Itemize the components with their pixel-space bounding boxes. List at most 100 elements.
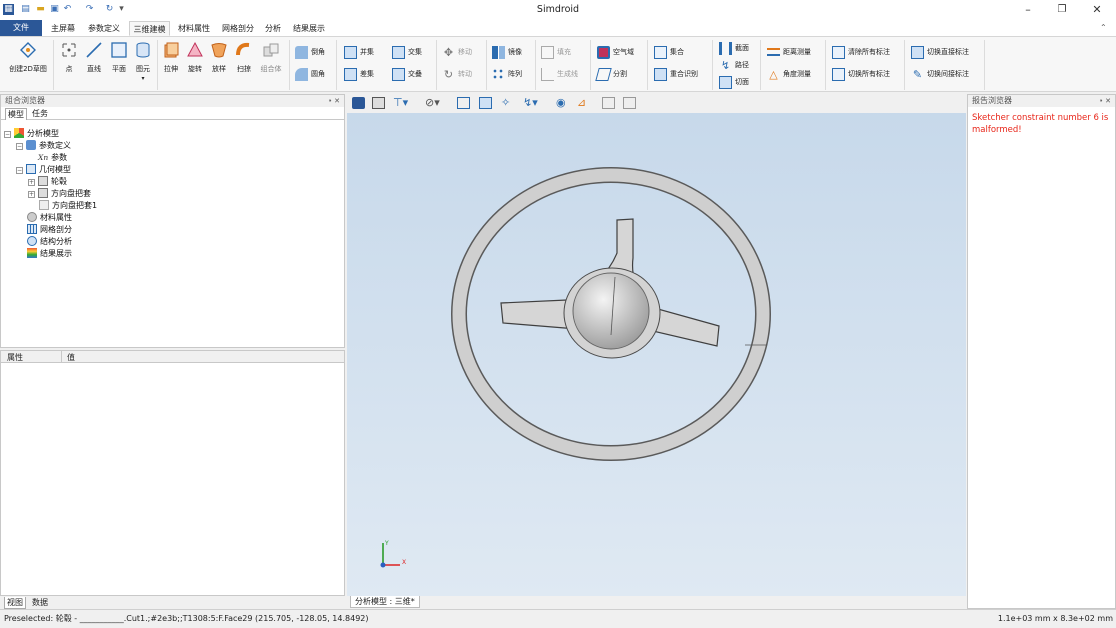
primitive-button[interactable]: 图元 ▾ [133, 41, 153, 82]
pencil-icon: ✎ [912, 67, 923, 81]
fill-button[interactable]: 填充 [541, 44, 571, 60]
chamfer-button[interactable]: 倒角 [295, 44, 325, 60]
ribbon-toolbar: 创建2D草图 点 直线 平面 图元 ▾ 拉伸 旋转 放样 扫掠 组合体 倒角 圆角… [0, 36, 1116, 92]
union-icon [344, 45, 357, 59]
cut-plane-button[interactable]: 切面 [719, 74, 749, 90]
tree-item-param[interactable]: Xn 参数 [38, 152, 67, 164]
select-cursor-icon[interactable]: ⊤▾ [393, 96, 408, 109]
import-icon[interactable] [623, 97, 636, 109]
tab-data[interactable]: 数据 [30, 597, 50, 608]
tree-item-param-def[interactable]: − 参数定义 [16, 140, 71, 152]
status-bar: Preselected: 轮毂 - ___________.Cut1.;#2e3… [0, 609, 1116, 628]
expand-icon[interactable]: + [28, 191, 35, 198]
tree-item-wheel-grip-1[interactable]: 方向盘把套1 [39, 200, 97, 212]
angle-measure-button[interactable]: △ 角度测量 [767, 66, 811, 82]
tab-3d-modeling[interactable]: 三维建模 [129, 21, 170, 36]
tab-analysis[interactable]: 分析 [262, 21, 284, 36]
properties-panel: 属性 值 [0, 350, 345, 596]
isometric-icon[interactable]: ✧ [501, 96, 510, 109]
value-col-header: 值 [67, 353, 75, 362]
camera-icon[interactable] [352, 97, 365, 109]
tree-item-wheel-grip[interactable]: + 方向盘把套 [28, 188, 91, 200]
toggle-all-annotations-button[interactable]: 切换所有标注 [832, 66, 890, 82]
point-icon [62, 43, 76, 57]
tree-item-geometry[interactable]: − 几何模型 [16, 164, 71, 176]
intersect-button[interactable]: 交集 [392, 44, 422, 60]
difference-button[interactable]: 差集 [344, 66, 374, 82]
set-button[interactable]: 集合 [654, 44, 684, 60]
draw-style-icon[interactable]: ⊘▾ [425, 96, 440, 109]
tree-item-structural[interactable]: 结构分析 [27, 236, 72, 248]
tab-mesh[interactable]: 网格剖分 [218, 21, 258, 36]
fit-all-icon[interactable] [479, 97, 492, 109]
collapse-icon[interactable]: − [4, 131, 11, 138]
loft-button[interactable]: 放样 [209, 41, 229, 74]
panel-pin-close-icon[interactable]: ⁍ ✕ [1099, 95, 1111, 107]
visibility-icon[interactable]: ◉ [556, 96, 566, 109]
revolve-icon [187, 41, 203, 57]
overlap-button[interactable]: 交叠 [392, 66, 422, 82]
print-icon[interactable] [372, 97, 385, 109]
panel-pin-close-icon[interactable]: ⁍ ✕ [328, 95, 340, 107]
plane-button[interactable]: 平面 [109, 41, 129, 74]
mirror-button[interactable]: 镜像 [492, 44, 522, 60]
line-button[interactable]: 直线 [84, 41, 104, 74]
dimension-status: 1.1e+03 mm x 8.3e+02 mm [997, 614, 1113, 623]
zoom-box-icon[interactable] [457, 97, 470, 109]
clear-annotations-icon [832, 45, 845, 59]
toggle-indirect-annotation-button[interactable]: ✎ 切换间接标注 [911, 66, 969, 82]
tree-item-results[interactable]: 结果展示 [27, 248, 72, 260]
compound-button[interactable]: 组合体 [258, 41, 284, 74]
point-button[interactable]: 点 [59, 41, 79, 74]
tab-model[interactable]: 模型 [5, 108, 27, 120]
generate-line-icon [541, 67, 554, 81]
air-domain-icon [597, 45, 610, 59]
overlap-icon [392, 67, 405, 81]
tree-item-mesh[interactable]: 网格剖分 [27, 224, 72, 236]
axis-view-icon[interactable]: ↯▾ [523, 96, 538, 109]
fillet-icon [295, 67, 308, 81]
close-button[interactable]: ✕ [1087, 3, 1107, 17]
tab-material[interactable]: 材料属性 [174, 21, 214, 36]
distance-measure-button[interactable]: 距离测量 [767, 44, 811, 60]
union-button[interactable]: 并集 [344, 44, 374, 60]
restore-button[interactable]: ❐ [1052, 3, 1072, 17]
viewport-document-tab[interactable]: 分析模型 : 三维* [350, 596, 420, 608]
tree-item-hub[interactable]: + 轮毂 [28, 176, 67, 188]
tree-item-material[interactable]: 材料属性 [27, 212, 72, 224]
coincide-detect-button[interactable]: 重合识别 [654, 66, 698, 82]
report-browser-panel: 报告浏览器 ⁍ ✕ Sketcher constraint number 6 i… [967, 94, 1116, 609]
clear-all-annotations-button[interactable]: 清除所有标注 [832, 44, 890, 60]
column-divider [61, 351, 62, 363]
fillet-button[interactable]: 圆角 [295, 66, 325, 82]
minimize-button[interactable]: – [1018, 3, 1038, 17]
tab-task[interactable]: 任务 [32, 108, 48, 119]
steering-wheel-model[interactable] [347, 113, 966, 596]
create-2d-sketch-button[interactable]: 创建2D草图 [6, 41, 50, 74]
collapse-icon[interactable]: − [16, 143, 23, 150]
tab-parameters[interactable]: 参数定义 [84, 21, 124, 36]
expand-icon[interactable]: + [28, 179, 35, 186]
extrude-button[interactable]: 拉伸 [161, 41, 181, 74]
measure-icon[interactable]: ⊿ [577, 96, 586, 109]
tab-results[interactable]: 结果展示 [289, 21, 329, 36]
rotate-button[interactable]: ↻ 转动 [442, 66, 472, 82]
array-button[interactable]: 阵列 [492, 66, 522, 82]
tab-home[interactable]: 主屏幕 [46, 21, 80, 36]
tab-view[interactable]: 视图 [4, 597, 26, 609]
move-button[interactable]: ✥ 移动 [442, 44, 472, 60]
revolve-button[interactable]: 旋转 [185, 41, 205, 74]
toggle-direct-annotation-button[interactable]: 切换直接标注 [911, 44, 969, 60]
section-button[interactable]: 截面 [719, 40, 749, 56]
air-domain-button[interactable]: 空气域 [597, 44, 634, 60]
3d-viewport[interactable]: ⊤▾ ⊘▾ ✧ ↯▾ ◉ ⊿ Y X [347, 94, 966, 596]
export-icon[interactable] [602, 97, 615, 109]
tab-file[interactable]: 文件 [0, 20, 42, 36]
path-button[interactable]: ↯ 路径 [719, 57, 749, 73]
collapse-icon[interactable]: − [16, 167, 23, 174]
split-button[interactable]: 分割 [595, 66, 627, 82]
generate-line-button[interactable]: 生成线 [541, 66, 578, 82]
sweep-button[interactable]: 扫掠 [233, 41, 255, 74]
tree-item-analysis-model[interactable]: − 分析模型 [4, 128, 59, 140]
ribbon-collapse-icon[interactable]: ⌃ [1100, 23, 1107, 32]
